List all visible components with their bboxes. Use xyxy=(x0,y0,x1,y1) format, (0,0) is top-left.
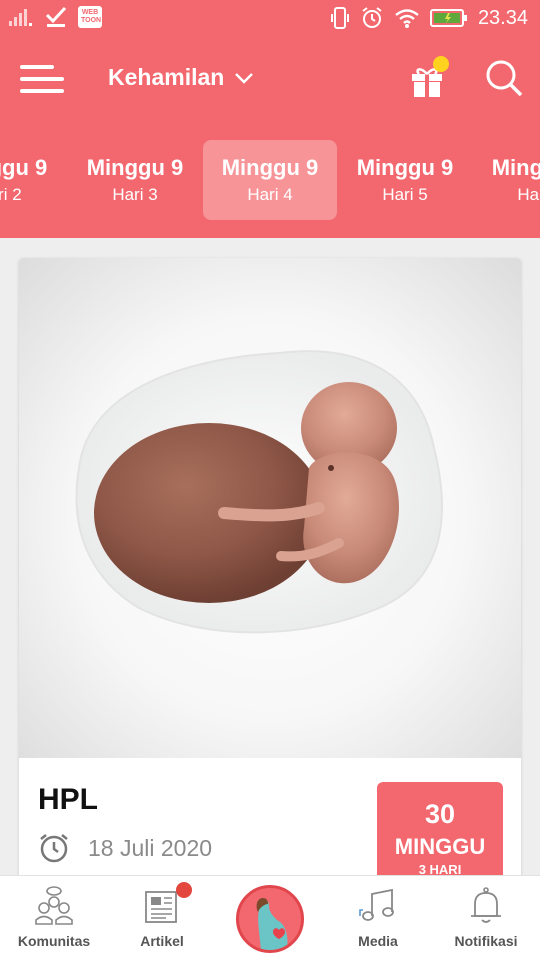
pregnancy-icon xyxy=(256,898,288,950)
tab-day-label: Hari 5 xyxy=(382,185,428,204)
hpl-title: HPL xyxy=(38,783,98,816)
clock-time: 23.34 xyxy=(477,6,528,29)
status-right: 23.34 xyxy=(330,6,528,30)
nav-label: Notifikasi xyxy=(454,933,518,949)
nav-media[interactable]: Media xyxy=(324,876,432,960)
tab-week-label: Minggu 9 xyxy=(86,155,184,180)
fetus-illustration xyxy=(19,258,521,758)
nav-label: Komunitas xyxy=(17,933,91,949)
tab-week-label: Minggu 9 xyxy=(0,155,48,180)
hpl-date-row: 18 Juli 2020 xyxy=(38,832,212,864)
battery-icon xyxy=(429,9,467,27)
notification-dot xyxy=(433,56,449,72)
pregnancy-card[interactable]: HPL 18 Juli 2020 30 MINGGU 3 HARI xyxy=(19,258,521,898)
bell-icon xyxy=(471,887,501,923)
chevron-down-icon xyxy=(235,72,254,84)
countdown-value: 30 xyxy=(424,799,456,829)
music-icon xyxy=(359,888,394,921)
search-icon xyxy=(486,60,523,97)
nav-komunitas[interactable]: Komunitas xyxy=(0,876,108,960)
tab-day-3[interactable]: Minggu 9 Hari 3 xyxy=(68,140,202,220)
search-button[interactable] xyxy=(484,58,524,98)
notification-badge xyxy=(176,882,192,898)
menu-icon xyxy=(20,65,64,93)
signal-icon xyxy=(9,9,32,26)
webtoon-icon: WEB TOON xyxy=(78,6,102,28)
hpl-date: 18 Juli 2020 xyxy=(88,834,213,861)
download-done-icon xyxy=(45,6,67,27)
tab-day-4[interactable]: Minggu 9 Hari 4 xyxy=(203,140,337,220)
nav-notifikasi[interactable]: Notifikasi xyxy=(432,876,540,960)
tab-week-label: Minggu 9 xyxy=(356,155,454,180)
status-bar: WEB TOON 23.34 xyxy=(0,0,540,38)
community-icon xyxy=(35,886,73,925)
week-day-tabs: Minggu 9 Hari 2 Minggu 9 Hari 3 Minggu 9… xyxy=(0,122,540,238)
gift-button[interactable] xyxy=(408,56,452,100)
nav-artikel[interactable]: Artikel xyxy=(108,876,216,960)
title-dropdown[interactable]: Kehamilan xyxy=(108,64,254,91)
tab-day-label: Hari 6 xyxy=(517,185,540,204)
alarm-icon xyxy=(362,7,382,28)
app-header: WEB TOON 23.34 Kehamilan gu 9 ri 2 Mingg… xyxy=(0,0,540,238)
pregnancy-home-button[interactable] xyxy=(236,885,304,953)
tab-day-label: Hari 3 xyxy=(112,185,158,204)
nav-label: Artikel xyxy=(140,933,184,949)
countdown-unit: MINGGU xyxy=(394,834,486,859)
status-left: WEB TOON xyxy=(8,6,102,28)
vibrate-icon xyxy=(330,7,349,29)
page-title: Kehamilan xyxy=(108,64,225,90)
alarm-clock-icon xyxy=(40,834,68,863)
tab-week-label: Minggu 9 xyxy=(491,155,540,180)
tab-day-6[interactable]: Minggu 9 Hari 6 xyxy=(473,140,540,220)
toolbar: Kehamilan xyxy=(0,38,540,122)
tab-day-label: Hari 4 xyxy=(247,185,293,204)
tab-week-label: Minggu 9 xyxy=(221,155,319,180)
nav-label: Media xyxy=(358,933,398,949)
tab-day-2[interactable]: Minggu 9 Hari 2 xyxy=(0,140,66,220)
wifi-icon xyxy=(395,9,419,28)
tab-day-label: Hari 2 xyxy=(0,185,22,204)
tab-day-5[interactable]: Minggu 9 Hari 5 xyxy=(338,140,472,220)
menu-button[interactable] xyxy=(20,64,64,94)
